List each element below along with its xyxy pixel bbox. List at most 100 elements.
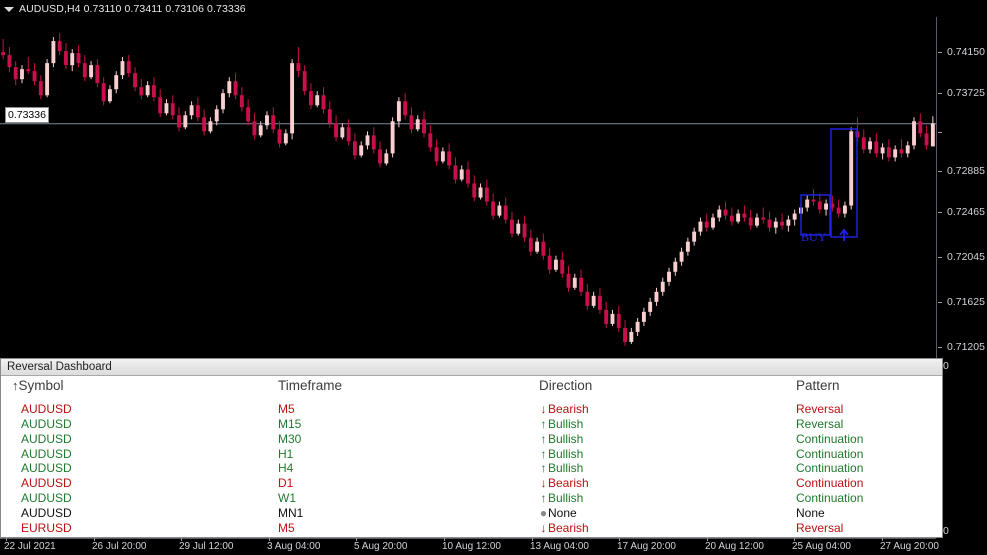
candle-body: [478, 187, 483, 198]
candle-body: [773, 221, 778, 228]
cell-pattern: Continuation: [796, 431, 864, 446]
table-row[interactable]: EURUSD M5 ↓ Bearish Reversal: [1, 521, 942, 536]
candle-body: [918, 121, 923, 134]
candle-body: [541, 241, 546, 256]
reversal-dashboard-panel[interactable]: Reversal Dashboard ↑Symbol Timeframe Direc…: [0, 358, 943, 538]
table-row[interactable]: AUDUSD H1 ↑ Bullish Continuation: [1, 447, 942, 462]
candle-body: [742, 213, 747, 218]
price-tick: [938, 212, 942, 213]
time-tick-label: 29 Jul 12:00: [179, 541, 234, 552]
price-chart[interactable]: BUY: [0, 17, 936, 358]
column-header-symbol[interactable]: ↑Symbol: [12, 378, 64, 393]
time-tick: [269, 538, 270, 541]
candle-body: [252, 121, 257, 136]
table-row[interactable]: AUDUSD M5 ↓ Bearish Reversal: [1, 402, 942, 417]
table-row[interactable]: AUDUSD H4 ↑ Bullish Continuation: [1, 461, 942, 476]
candle-body: [139, 87, 144, 96]
column-header-pattern[interactable]: Pattern: [796, 378, 840, 393]
candle-body: [685, 241, 690, 252]
candle-body: [321, 95, 326, 110]
candle-body: [554, 259, 558, 270]
triangle-down-icon[interactable]: [3, 3, 14, 14]
candle-body: [1, 52, 6, 56]
candle-body: [183, 115, 188, 128]
candle-body: [296, 63, 301, 72]
candle-body: [629, 331, 634, 342]
table-row[interactable]: AUDUSD D1 ↓ Bearish Continuation: [1, 476, 942, 491]
candle-body: [208, 121, 213, 132]
candle-body: [82, 63, 87, 78]
cell-symbol: AUDUSD: [21, 461, 72, 476]
candle-body: [811, 199, 816, 202]
table-row[interactable]: AUDUSD M30 ↑ Bullish Continuation: [1, 432, 942, 447]
candle-body: [924, 133, 929, 146]
cell-timeframe: H1: [278, 446, 294, 461]
candle-body: [76, 53, 81, 64]
cell-direction: ↑Bullish: [539, 416, 584, 431]
candle-body: [824, 203, 829, 210]
price-scale-axis[interactable]: 0.74150 0.73725 0.72885 0.72465 0.72045 0.716…: [937, 17, 987, 358]
candle-body: [371, 135, 376, 150]
arrow-up-icon: ↑: [540, 416, 547, 431]
candle-body: [315, 95, 320, 106]
direction-label: None: [548, 505, 577, 520]
candle-body: [616, 313, 621, 328]
candle-body: [177, 115, 181, 128]
direction-label: Bearish: [548, 402, 589, 416]
cell-timeframe: M5: [278, 520, 295, 535]
cell-timeframe: M5: [278, 402, 295, 416]
candle-body: [893, 149, 898, 158]
table-row[interactable]: AUDUSD MN1 ●None None: [1, 506, 942, 521]
candle-body: [352, 141, 357, 156]
time-tick: [444, 538, 445, 541]
time-tick: [707, 538, 708, 541]
candle-body: [20, 69, 24, 80]
cell-timeframe: MN1: [278, 505, 304, 520]
time-tick: [619, 538, 620, 541]
time-tick-label: 10 Aug 12:00: [442, 541, 501, 552]
candle-body: [861, 137, 866, 150]
cell-pattern: Reversal: [796, 520, 844, 535]
candle-body: [516, 223, 521, 234]
table-row[interactable]: AUDUSD M15 ↑ Bullish Reversal: [1, 417, 942, 432]
candle-body: [189, 105, 194, 116]
candle-body: [736, 213, 741, 222]
candle-body: [302, 71, 307, 92]
time-tick-label: 20 Aug 12:00: [705, 541, 764, 552]
candle-body: [899, 149, 904, 154]
price-tick: [938, 132, 942, 133]
table-row[interactable]: AUDUSD W1 ↑ Bullish Continuation: [1, 491, 942, 506]
cell-symbol: AUDUSD: [21, 505, 72, 520]
direction-label: Bullish: [548, 431, 584, 446]
candle-body: [648, 301, 653, 312]
candle-body: [202, 117, 207, 132]
candle-body: [535, 241, 540, 252]
candle-body: [723, 209, 728, 216]
candle-body: [409, 115, 414, 130]
candle-body: [711, 217, 715, 228]
candle-body: [704, 221, 709, 228]
candle-body: [233, 81, 238, 96]
candle-body: [195, 105, 200, 118]
cell-pattern: None: [796, 505, 825, 520]
arrow-up-icon: ↑: [540, 491, 547, 506]
column-header-timeframe[interactable]: Timeframe: [278, 378, 342, 393]
price-tick-label: 0.72045: [947, 251, 985, 263]
candle-body: [849, 131, 854, 206]
candle-body: [346, 127, 351, 142]
price-tick: [938, 347, 942, 348]
cell-symbol: AUDUSD: [21, 476, 72, 491]
candle-body: [45, 63, 50, 96]
candle-body: [503, 205, 508, 220]
candle-body: [761, 217, 766, 220]
cell-direction: ↓ Bearish: [539, 521, 589, 535]
candle-body: [698, 221, 703, 232]
candle-body: [886, 147, 891, 158]
time-scale-axis[interactable]: 22 Jul 2021 26 Jul 20:00 29 Jul 12:00 3 Aug…: [0, 538, 987, 555]
column-header-direction[interactable]: Direction: [539, 378, 592, 393]
candle-body: [164, 103, 169, 114]
candle-body: [38, 81, 43, 96]
price-tick-label: 0.74150: [947, 46, 985, 58]
cell-pattern: Reversal: [796, 402, 844, 416]
arrow-down-icon: ↓: [540, 402, 547, 416]
